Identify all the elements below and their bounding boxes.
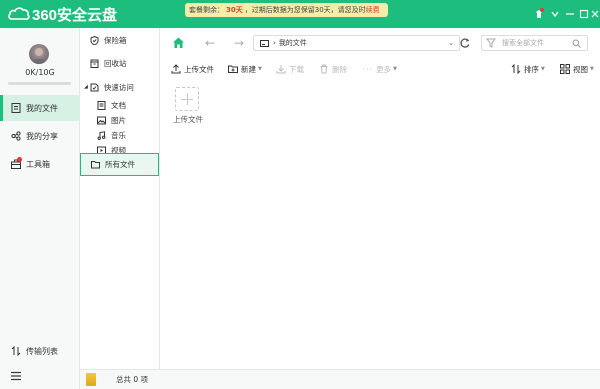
document-icon: [97, 100, 106, 110]
tree-label: 回收站: [104, 58, 127, 68]
tree-label: 快速访问: [103, 82, 134, 92]
more-label: 更多: [376, 64, 392, 74]
item-count: 总共 0 项: [116, 375, 149, 384]
delete-label: 删除: [332, 64, 347, 74]
back-arrow-icon[interactable]: ←: [203, 36, 217, 50]
new-label: 新建: [241, 64, 256, 74]
tree-label: 所有文件: [105, 160, 135, 169]
expiry-notice: 套餐剩余： 30天 ，过期后数据为您保留30天，请您及时续费: [185, 3, 388, 17]
app-title: 360安全云盘: [32, 6, 118, 24]
avatar[interactable]: [29, 44, 49, 64]
home-icon[interactable]: [172, 36, 185, 49]
notice-prefix: 套餐剩余：: [189, 6, 224, 14]
left-nav: 0K/10G 我的文件 我的分享 工具箱 传输列表: [0, 28, 80, 389]
status-bar: 总共 0 项: [80, 369, 600, 389]
app-logo: 360安全云盘: [8, 4, 117, 24]
share-icon: [11, 131, 21, 141]
tree-label: 保险箱: [104, 35, 127, 45]
tree-label: 文档: [111, 100, 126, 110]
nav-transfer-list[interactable]: 传输列表: [0, 338, 80, 364]
view-label: 视图: [573, 64, 588, 74]
renew-link[interactable]: 续费: [366, 6, 380, 14]
collapse-triangle-icon[interactable]: ◢: [84, 84, 88, 90]
path-dropdown-icon[interactable]: ⌄: [448, 36, 454, 50]
maximize-icon[interactable]: [577, 7, 591, 21]
search-placeholder: 搜索全部文件: [502, 39, 544, 47]
sort-button[interactable]: 排序 ▼: [511, 62, 545, 76]
nav-label: 传输列表: [26, 346, 58, 356]
minimize-icon[interactable]: [563, 7, 577, 21]
tree-quick-access[interactable]: ◢ 快速访问: [84, 78, 134, 96]
transfer-icon: [11, 346, 21, 356]
view-button[interactable]: 视图 ▼: [560, 62, 594, 76]
path-bar[interactable]: › 我的文件 ⌄: [253, 35, 460, 51]
filter-icon[interactable]: [486, 38, 496, 48]
tree-all-files[interactable]: 所有文件: [80, 153, 159, 176]
path-toolbar: ← → › 我的文件 ⌄ 搜索全部文件: [161, 28, 600, 58]
caret-down-icon: ▼: [541, 66, 545, 72]
trash-icon: [320, 64, 328, 74]
shield-icon: [90, 35, 99, 45]
tree-safe-box[interactable]: 保险箱: [90, 31, 127, 49]
nav-label: 工具箱: [26, 159, 50, 169]
nav-toolbox[interactable]: 工具箱: [0, 151, 80, 177]
hamburger-menu-icon[interactable]: [10, 371, 22, 381]
sort-icon: [511, 64, 521, 74]
new-folder-icon: [228, 65, 238, 73]
notice-middle: ，过期后数据为您保留30天，请您及时: [244, 6, 366, 14]
tree-recycle-bin[interactable]: 回收站: [90, 54, 127, 72]
folder-tree: 保险箱 回收站 ◢ 快速访问 文档 图片 音乐 视频 所有文件: [80, 28, 160, 369]
drive-icon: [260, 39, 269, 47]
grid-view-icon: [560, 64, 570, 74]
upload-tile-label: 上传文件: [173, 115, 203, 124]
quota-text: 0K/10G: [25, 68, 55, 77]
upload-icon: [171, 64, 181, 74]
close-icon[interactable]: [590, 7, 600, 21]
recycle-bin-icon: [90, 59, 99, 68]
new-button[interactable]: 新建 ▼: [228, 62, 262, 76]
music-icon: [97, 130, 106, 140]
folder-icon: [86, 373, 96, 386]
breadcrumb-separator: ›: [273, 39, 276, 47]
cloud-logo-icon: [8, 7, 30, 20]
download-button[interactable]: 下载: [276, 62, 304, 76]
action-toolbar: 上传文件 新建 ▼ 下载 删除 ··· 更多 ▼ 排序 ▼ 视图 ▼: [161, 58, 600, 80]
caret-down-icon: ▼: [258, 66, 262, 72]
caret-down-icon: ▼: [393, 66, 398, 72]
tree-label: 音乐: [111, 130, 126, 140]
tree-label: 图片: [111, 115, 126, 125]
breadcrumb[interactable]: 我的文件: [279, 36, 307, 50]
download-label: 下载: [289, 64, 304, 74]
more-dots-icon: ···: [363, 64, 374, 74]
folder-icon: [91, 161, 100, 169]
nav-my-files[interactable]: 我的文件: [0, 95, 80, 121]
forward-arrow-icon[interactable]: →: [232, 36, 246, 50]
delete-button[interactable]: 删除: [319, 62, 347, 76]
quick-access-icon: [90, 83, 99, 91]
refresh-icon[interactable]: [458, 36, 472, 50]
nav-my-share[interactable]: 我的分享: [0, 123, 80, 149]
quota-bar: [8, 82, 71, 85]
search-input[interactable]: 搜索全部文件: [481, 35, 588, 51]
notice-days: 30天: [226, 6, 243, 14]
chevron-down-icon[interactable]: [548, 7, 562, 21]
sort-label: 排序: [524, 64, 539, 74]
upload-tile[interactable]: [175, 87, 199, 111]
notification-dot: [17, 157, 22, 162]
nav-label: 我的文件: [26, 103, 58, 113]
search-icon[interactable]: [572, 39, 581, 48]
upload-label: 上传文件: [184, 64, 214, 74]
caret-down-icon: ▼: [590, 66, 594, 72]
download-icon: [276, 65, 286, 74]
more-button[interactable]: ··· 更多 ▼: [363, 62, 397, 76]
skin-icon[interactable]: [532, 7, 546, 21]
title-bar: 360安全云盘 套餐剩余： 30天 ，过期后数据为您保留30天，请您及时续费: [0, 0, 600, 28]
image-icon: [97, 116, 106, 124]
nav-label: 我的分享: [26, 131, 58, 141]
upload-button[interactable]: 上传文件: [171, 62, 214, 76]
file-icon: [11, 103, 21, 113]
